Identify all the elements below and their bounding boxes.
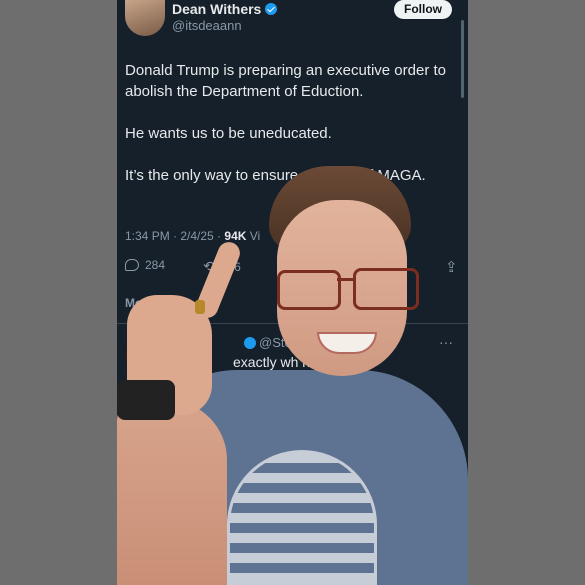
tweet-text: Donald Trump is preparing an executive o…: [125, 60, 461, 207]
follow-button[interactable]: Follow: [394, 0, 452, 19]
more-dots-icon[interactable]: ···: [439, 334, 453, 350]
reply-bubble-icon: [125, 259, 139, 271]
divider: [117, 323, 468, 324]
verified-badge-icon: [265, 3, 278, 15]
tweet-screen: Dean Withers @itsdeaann Follow Donald Tr…: [117, 0, 468, 585]
chevron-down-icon: ⌄: [191, 296, 202, 310]
reply-count: 284: [145, 258, 166, 272]
reply-signature: Si: [172, 406, 184, 421]
author-name-text: Dean Withers: [172, 1, 262, 17]
notification-dot: [151, 559, 156, 564]
tweet-paragraph: Donald Trump is preparing an executive o…: [125, 62, 447, 100]
tweet-actions: 284 ⟲ 616 ⇪: [125, 258, 461, 278]
retweet-count: 616: [220, 259, 241, 274]
views-label: Vi: [246, 229, 261, 243]
view-count: 94K: [224, 229, 247, 243]
retweet-button[interactable]: ⟲ 616: [203, 258, 241, 275]
reply-text-line2: DE is misr: [210, 372, 274, 388]
reply-handle[interactable]: @Sto: [259, 335, 292, 350]
tweet-paragraph: He wants us to be uneducated.: [125, 125, 332, 142]
scrollbar[interactable]: [461, 20, 464, 98]
post-label[interactable]: Post: [172, 520, 198, 535]
more-replies-label: Most re ies: [125, 296, 188, 310]
tweet-meta: 1:34 PM · 2/4/25 · 94K Vi: [125, 229, 260, 243]
author-name[interactable]: Dean Withers: [172, 1, 278, 17]
verified-badge-icon: [244, 337, 256, 349]
retweet-icon: ⟲: [203, 258, 215, 274]
author-handle[interactable]: @itsdeaann: [172, 18, 242, 33]
home-icon[interactable]: ⌂: [135, 561, 146, 582]
reply-avatar[interactable]: [125, 338, 159, 372]
tweet-timestamp: 1:34 PM · 2/4/25 ·: [125, 229, 225, 243]
share-icon[interactable]: ⇪: [445, 258, 458, 276]
author-avatar[interactable]: [125, 0, 165, 36]
tweet-paragraph: It’s the only way to ensure success of M…: [125, 167, 426, 184]
reply-text: exactly wh ning dude.: [233, 354, 368, 370]
reply-button[interactable]: 284: [125, 258, 165, 272]
more-replies-toggle[interactable]: Most re ies ⌄: [125, 296, 201, 310]
